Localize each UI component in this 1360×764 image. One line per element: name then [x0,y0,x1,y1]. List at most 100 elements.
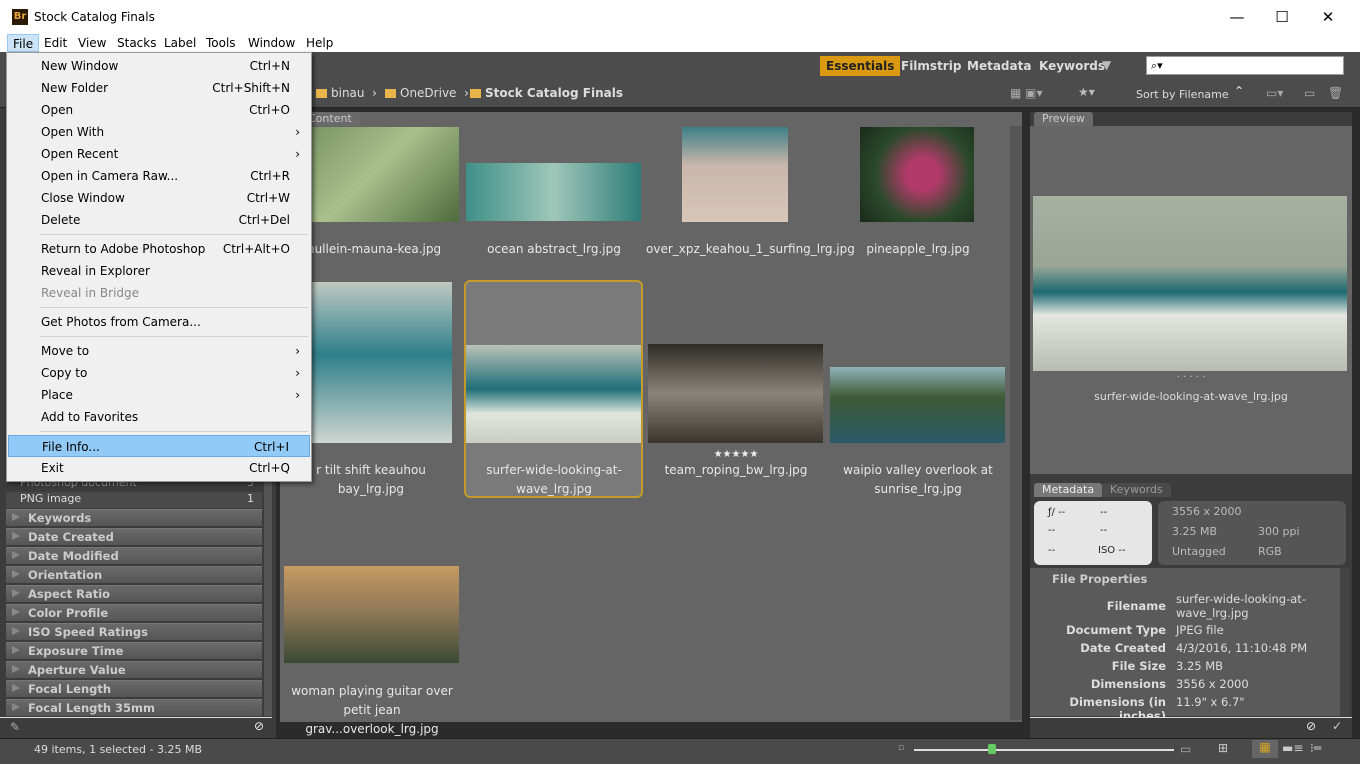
filter-orientation[interactable]: Orientation [6,566,262,583]
crumb-label: OneDrive [400,86,457,100]
workspace-keywords[interactable]: Keywords [1033,56,1111,76]
thumbnail-image[interactable] [284,566,459,663]
filter-color-profile[interactable]: Color Profile [6,604,262,621]
breadcrumb-onedrive[interactable]: OneDrive › [385,86,469,100]
workspace-filmstrip[interactable]: Filmstrip [895,56,967,76]
open-recent-folder-icon[interactable]: ▭▾ [1266,86,1283,100]
filter-row[interactable]: PNG image 1 [6,492,262,508]
menu-item-file-info[interactable]: File Info... Ctrl+I [8,435,310,457]
menu-item-open[interactable]: Open Ctrl+O [8,99,310,121]
thumbnail-view-icon[interactable]: ▦ [1252,740,1278,758]
sort-dropdown[interactable]: Sort by Filename [1136,88,1229,101]
close-button[interactable]: ✕ [1305,6,1351,28]
tab-keywords[interactable]: Keywords [1102,483,1171,497]
menu-edit[interactable]: Edit [39,34,72,52]
menu-item-reveal-in-explorer[interactable]: Reveal in Explorer [8,260,310,282]
menu-item-place[interactable]: Place › [8,384,310,406]
thumbnail-image[interactable] [466,345,641,443]
menu-item-label: Place [41,388,73,402]
breadcrumb-current[interactable]: Stock Catalog Finals [470,86,623,100]
filter-date-modified[interactable]: Date Modified [6,547,262,564]
preview-panel: · · · · · surfer-wide-looking-at-wave_lr… [1030,126,1352,474]
menu-window[interactable]: Window [243,34,300,52]
filter-exposure-time[interactable]: Exposure Time [6,642,262,659]
menu-item-get-photos-from-camera[interactable]: Get Photos from Camera... [8,311,310,333]
content-scrollbar[interactable] [1010,126,1022,720]
large-thumb-icon[interactable]: ▭ [1180,742,1191,756]
minimize-button[interactable]: — [1214,6,1260,28]
menu-item-copy-to[interactable]: Copy to › [8,362,310,384]
preview-rating-dots[interactable]: · · · · · [1030,372,1352,383]
menu-item-open-in-camera-raw[interactable]: Open in Camera Raw... Ctrl+R [8,165,310,187]
tab-metadata[interactable]: Metadata [1034,483,1103,497]
menu-file[interactable]: File [7,34,40,52]
menu-help[interactable]: Help [301,34,338,52]
menu-tools[interactable]: Tools [201,34,241,52]
slider-handle[interactable] [988,744,996,754]
thumbnail-image[interactable] [466,163,641,221]
thumbnail-size-slider[interactable] [914,749,1174,751]
cancel-icon[interactable]: ⊘ [1306,719,1316,733]
menu-label[interactable]: Label [159,34,201,52]
iso-value: ISO -- [1098,545,1126,556]
camera-data-box: ƒ/ -- -- -- -- -- ISO -- [1034,501,1152,565]
new-folder-icon[interactable]: ▭ [1304,86,1315,100]
menu-item-new-window[interactable]: New Window Ctrl+N [8,55,310,77]
menu-item-open-recent[interactable]: Open Recent › [8,143,310,165]
menu-separator [40,336,308,337]
menu-item-close-window[interactable]: Close Window Ctrl+W [8,187,310,209]
details-view-icon[interactable]: ▬≡ [1282,741,1303,755]
filter-iso[interactable]: ISO Speed Ratings [6,623,262,640]
metadata-value: 4/3/2016, 11:10:48 PM [1176,641,1308,655]
filter-aperture[interactable]: Aperture Value [6,661,262,678]
list-view-icon[interactable]: ⁝═ [1310,741,1321,755]
menu-item-move-to[interactable]: Move to › [8,340,310,362]
filter-date-created[interactable]: Date Created [6,528,262,545]
menu-item-label: File Info... [42,440,100,454]
title-bar: Br Stock Catalog Finals — ☐ ✕ [0,0,1360,34]
submenu-arrow-icon: › [295,366,300,380]
filter-aspect-ratio[interactable]: Aspect Ratio [6,585,262,602]
menu-item-delete[interactable]: Delete Ctrl+Del [8,209,310,231]
menu-item-exit[interactable]: Exit Ctrl+Q [8,457,310,479]
apply-checkmark-icon[interactable]: ✓ [1332,719,1342,733]
clear-filter-icon[interactable]: ⊘ [254,719,264,733]
menu-item-new-folder[interactable]: New Folder Ctrl+Shift+N [8,77,310,99]
maximize-button[interactable]: ☐ [1259,6,1305,28]
workspace-dropdown-icon[interactable]: ▼ [1102,58,1111,72]
breadcrumb-binau[interactable]: binau › [316,86,377,100]
workspace-essentials[interactable]: Essentials [820,56,901,76]
thumbnail-image[interactable] [830,367,1005,443]
sort-ascending-icon[interactable]: ⌃ [1234,84,1244,98]
aperture-value: ƒ/ -- [1048,507,1066,518]
filter-focal-length-35[interactable]: Focal Length 35mm [6,699,262,716]
menu-stacks[interactable]: Stacks [112,34,161,52]
menu-view[interactable]: View [73,34,111,52]
quality-icon[interactable]: ▦ ▣▾ [1010,86,1043,100]
thumbnail-image[interactable] [648,344,823,443]
thumbnail-image[interactable] [860,127,974,222]
tab-preview[interactable]: Preview [1034,112,1093,126]
menu-item-reveal-in-bridge[interactable]: Reveal in Bridge [8,282,310,304]
menu-bar: File Edit View Stacks Label Tools Window… [0,34,1360,52]
menu-item-open-with[interactable]: Open With › [8,121,310,143]
search-input[interactable]: ⌕▾ [1146,56,1344,75]
menu-item-label: Open in Camera Raw... [41,169,179,183]
thumbnail-image[interactable] [682,127,788,222]
thumbnail-label: over_xpz_keahou_1_surfing_lrg.jpg [646,242,855,256]
small-thumb-icon[interactable]: ▫ [898,743,904,753]
menu-item-add-to-favorites[interactable]: Add to Favorites [8,406,310,428]
grid-lock-icon[interactable]: ⊞ [1218,741,1228,755]
preview-image[interactable] [1033,196,1347,371]
filter-focal-length[interactable]: Focal Length [6,680,262,697]
menu-item-label: Reveal in Bridge [41,286,140,300]
rating-filter-star-icon[interactable]: ★▾ [1078,85,1095,99]
metadata-scrollbar[interactable] [1340,568,1350,716]
pin-icon[interactable]: ✎ [10,720,20,734]
menu-item-shortcut: Ctrl+Shift+N [212,81,290,95]
workspace-metadata[interactable]: Metadata [961,56,1037,76]
file-properties-header[interactable]: File Properties [1052,572,1147,586]
menu-item-return-to-adobe-photoshop[interactable]: Return to Adobe Photoshop Ctrl+Alt+O [8,238,310,260]
filter-keywords[interactable]: Keywords [6,509,262,526]
trash-icon[interactable]: 🗑 [1328,86,1343,100]
